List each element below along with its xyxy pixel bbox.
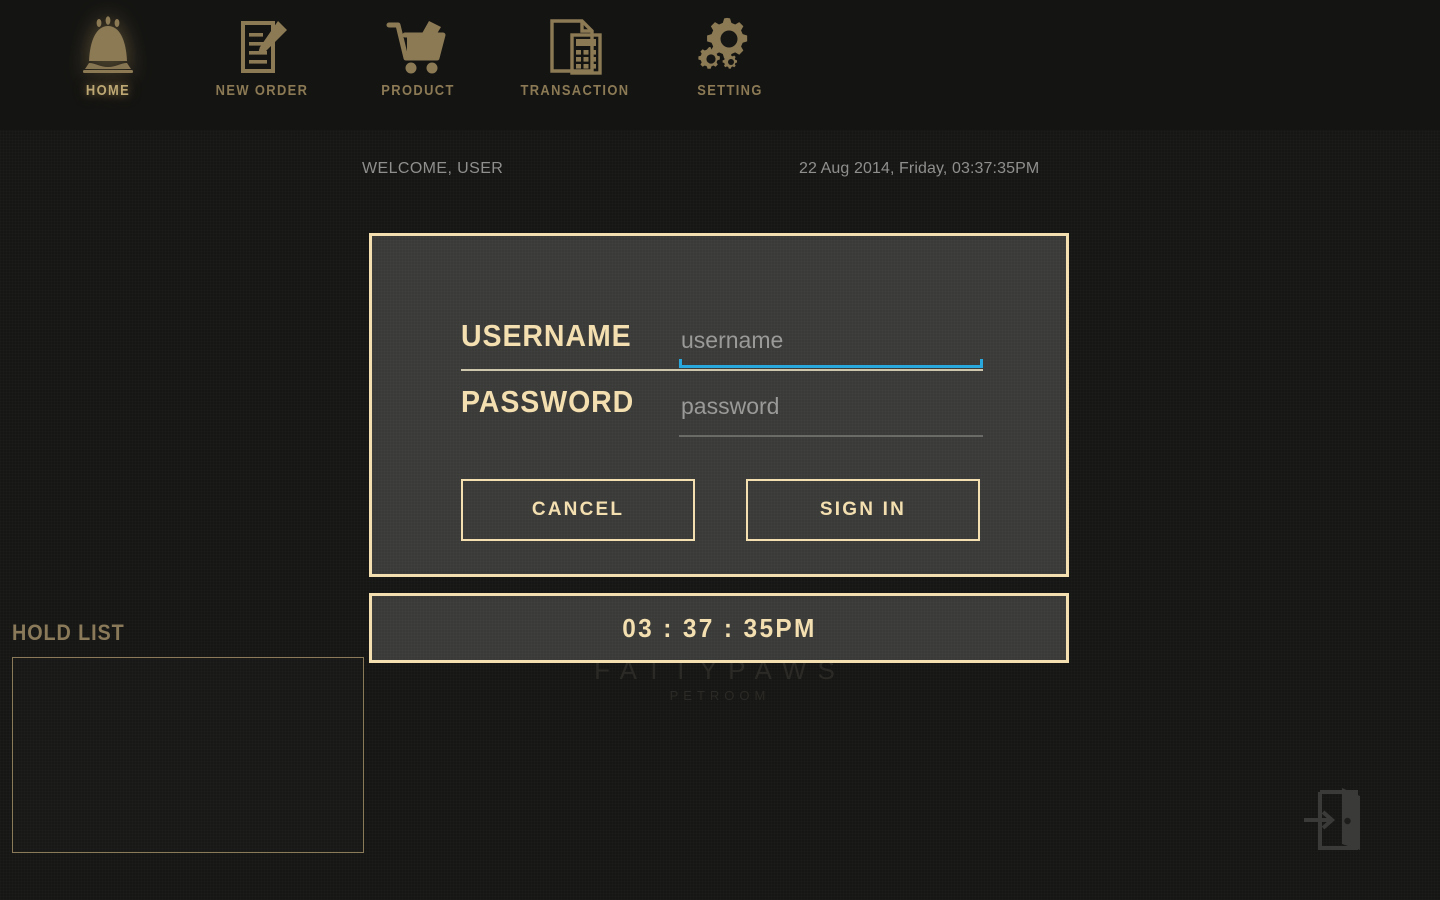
clock-text: 03 : 37 : 35PM (621, 612, 817, 643)
username-underline (461, 369, 983, 371)
top-navigation-bar: HOME NEW ORDER PRODUCT TRANSACTION SETTI… (0, 0, 1440, 130)
pos-home-screen: HOME NEW ORDER PRODUCT TRANSACTION SETTI… (0, 0, 1440, 900)
username-label: USERNAME (461, 318, 632, 353)
exit-door-icon[interactable] (1302, 784, 1372, 856)
bell-icon (33, 10, 183, 82)
nav-item-label: SETTING (697, 82, 763, 99)
sign-in-button[interactable]: SIGN IN (746, 479, 980, 541)
nav-item-label: NEW ORDER (215, 82, 309, 99)
nav-item-label: HOME (85, 82, 131, 99)
document-pencil-icon (187, 10, 337, 82)
cancel-button[interactable]: CANCEL (461, 479, 695, 541)
username-focus-underline (679, 359, 983, 368)
status-bar: WELCOME, USER 22 Aug 2014, Friday, 03:37… (0, 160, 1440, 190)
nav-item-home[interactable]: HOME (33, 10, 183, 122)
hold-list-box[interactable] (12, 657, 364, 853)
nav-item-transaction[interactable]: TRANSACTION (500, 10, 650, 122)
password-field-row: PASSWORD (372, 384, 1072, 446)
username-field-row: USERNAME (372, 318, 1072, 380)
password-label: PASSWORD (461, 384, 635, 419)
datetime-text: 22 Aug 2014, Friday, 03:37:35PM (799, 160, 1040, 177)
shopping-cart-icon (343, 10, 493, 82)
password-underline (679, 435, 983, 437)
password-input[interactable] (679, 384, 983, 428)
login-dialog: USERNAME PASSWORD CANCEL SIGN IN (369, 233, 1069, 577)
gears-icon (655, 10, 805, 82)
nav-item-label: PRODUCT (381, 82, 455, 99)
document-calculator-icon (500, 10, 650, 82)
hold-list-title: HOLD LIST (12, 620, 125, 645)
nav-item-product[interactable]: PRODUCT (343, 10, 493, 122)
clock-panel[interactable]: 03 : 37 : 35PM (369, 593, 1069, 663)
username-input[interactable] (679, 318, 983, 362)
welcome-text: WELCOME, USER (362, 160, 504, 177)
nav-item-new-order[interactable]: NEW ORDER (187, 10, 337, 122)
hold-list-section: HOLD LIST (12, 620, 364, 853)
nav-item-setting[interactable]: SETTING (655, 10, 805, 122)
nav-item-label: TRANSACTION (520, 82, 630, 99)
